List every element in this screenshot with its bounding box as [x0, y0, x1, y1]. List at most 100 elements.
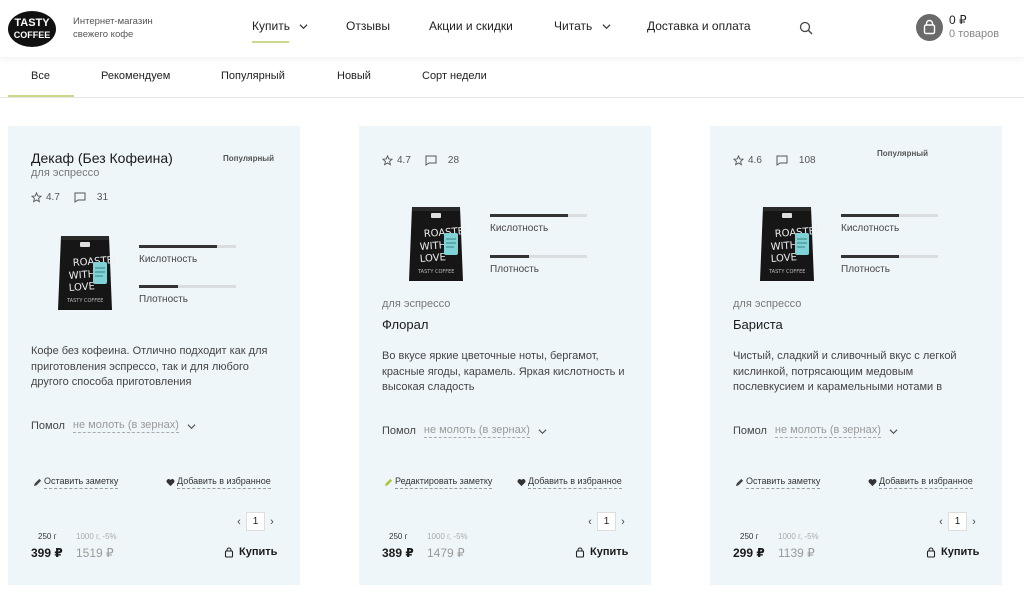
chevron-down-icon [602, 24, 611, 30]
weight-option-small[interactable]: 250 г [740, 532, 759, 541]
tab-all[interactable]: Все [31, 70, 50, 82]
nav-item-label: Купить [252, 19, 290, 33]
grind-label: Помол [31, 420, 65, 432]
qty-decrease-button[interactable]: ‹ [232, 516, 246, 528]
product-card[interactable]: Популярный 4.6 108 ROASTED WITH LOVE TASTY … [710, 126, 1002, 585]
weight-option-large[interactable]: 1000 г, -5% [427, 532, 468, 541]
quantity-stepper: ‹ 1 › [232, 512, 279, 531]
grind-select[interactable]: Помол не молоть (в зернах) [382, 424, 547, 438]
nav-item-promotions[interactable]: Акции и скидки [429, 19, 513, 33]
lock-bag-icon [926, 546, 936, 558]
qty-increase-button[interactable]: › [967, 516, 981, 528]
svg-text:WITH: WITH [419, 240, 446, 253]
density-label: Плотность [490, 264, 539, 275]
tasty-coffee-logo[interactable]: TASTY COFFEE [7, 10, 57, 48]
reviews-count: 28 [447, 155, 460, 166]
qty-decrease-button[interactable]: ‹ [583, 516, 597, 528]
product-image[interactable]: ROASTED WITH LOVE TASTY COFFEE [406, 201, 472, 285]
cart-item-count: 0 товаров [949, 28, 1000, 40]
qty-input[interactable]: 1 [246, 512, 265, 531]
acidity-meter: Кислотность [841, 214, 941, 234]
favorites-label: Добавить в избранное [528, 476, 622, 489]
density-label: Плотность [841, 264, 890, 275]
add-note-link[interactable]: Оставить заметку [735, 476, 821, 489]
product-title[interactable]: Декаф (Без Кофеина) [31, 150, 173, 166]
reviews-link[interactable]: 108 [776, 155, 816, 166]
pencil-icon [33, 478, 42, 487]
nav-item-buy[interactable]: Купить [252, 19, 308, 43]
product-image[interactable]: ROASTED WITH LOVE TASTY COFFEE [55, 230, 121, 314]
add-to-favorites-link[interactable]: Добавить в избранное [166, 476, 271, 489]
add-to-favorites-link[interactable]: Добавить в избранное [868, 476, 973, 489]
cart-amount: 0 ₽ [949, 13, 967, 27]
nav-item-reviews[interactable]: Отзывы [346, 19, 390, 33]
qty-increase-button[interactable]: › [616, 516, 630, 528]
rating-row: 4.6 108 [733, 155, 816, 166]
svg-text:LOVE: LOVE [770, 252, 797, 265]
cart-button[interactable] [916, 14, 943, 41]
weight-option-small[interactable]: 250 г [38, 532, 57, 541]
quantity-stepper: ‹ 1 › [934, 512, 981, 531]
reviews-link[interactable]: 31 [74, 192, 108, 203]
grind-select[interactable]: Помол не молоть (в зернах) [31, 419, 196, 433]
search-icon[interactable] [799, 21, 813, 35]
qty-input[interactable]: 1 [597, 512, 616, 531]
qty-increase-button[interactable]: › [265, 516, 279, 528]
edit-note-link[interactable]: Редактировать заметку [384, 476, 493, 489]
price: 389 ₽ [382, 546, 414, 560]
price-large: 1519 ₽ [76, 546, 114, 560]
tab-active-indicator [8, 95, 74, 97]
coffee-bag-illustration: ROASTEDWITHLOVETASTY COFFEE [760, 207, 823, 281]
tab-new[interactable]: Новый [337, 70, 371, 82]
tab-popular[interactable]: Популярный [221, 70, 285, 82]
buy-button[interactable]: Купить [575, 546, 628, 558]
grind-value: не молоть (в зернах) [423, 424, 530, 438]
product-card[interactable]: 4.7 28 ROASTED WITH LOVE TASTY COFFEE Кисло… [359, 126, 651, 585]
add-to-favorites-link[interactable]: Добавить в избранное [517, 476, 622, 489]
chevron-down-icon [889, 428, 898, 434]
acidity-label: Кислотность [490, 223, 549, 234]
product-image[interactable]: ROASTED WITH LOVE TASTY COFFEE [757, 201, 823, 285]
tab-sort-of-week[interactable]: Сорт недели [422, 70, 487, 82]
heart-icon [517, 479, 526, 487]
buy-label: Купить [239, 546, 278, 558]
grind-label: Помол [733, 425, 767, 437]
tab-recommended[interactable]: Рекомендуем [101, 70, 170, 82]
nav-item-label: Отзывы [346, 19, 390, 33]
buy-button[interactable]: Купить [224, 546, 277, 558]
note-label: Оставить заметку [746, 476, 821, 489]
add-note-link[interactable]: Оставить заметку [33, 476, 119, 489]
comment-icon [776, 155, 788, 166]
weight-option-small[interactable]: 250 г [389, 532, 408, 541]
star-icon [382, 155, 393, 166]
density-meter: Плотность [139, 285, 239, 305]
comment-icon [425, 155, 437, 166]
qty-decrease-button[interactable]: ‹ [934, 516, 948, 528]
nav-item-delivery[interactable]: Доставка и оплата [647, 19, 751, 33]
acidity-meter: Кислотность [139, 245, 239, 265]
product-title[interactable]: Флорал [382, 317, 428, 332]
reviews-link[interactable]: 28 [425, 155, 459, 166]
site-tagline: Интернет-магазин свежего кофе [73, 16, 153, 40]
price-large: 1479 ₽ [427, 546, 465, 560]
buy-button[interactable]: Купить [926, 546, 979, 558]
rating-row: 4.7 31 [31, 192, 108, 203]
density-label: Плотность [139, 294, 188, 305]
product-title[interactable]: Бариста [733, 317, 783, 332]
acidity-bar-fill [139, 245, 217, 248]
weight-option-large[interactable]: 1000 г, -5% [76, 532, 117, 541]
svg-text:LOVE: LOVE [419, 252, 446, 265]
acidity-bar-fill [490, 214, 568, 217]
price: 399 ₽ [31, 546, 63, 560]
product-card[interactable]: Декаф (Без Кофеина) для эспрессо Популяр… [8, 126, 300, 585]
price-large: 1139 ₽ [778, 546, 815, 560]
svg-text:LOVE: LOVE [68, 281, 95, 294]
weight-option-large[interactable]: 1000 г, -5% [778, 532, 819, 541]
rating-value: 4.6 [748, 155, 762, 166]
grind-select[interactable]: Помол не молоть (в зернах) [733, 424, 898, 438]
qty-input[interactable]: 1 [948, 512, 967, 531]
svg-text:TASTY COFFEE: TASTY COFFEE [66, 298, 103, 304]
rating-row: 4.7 28 [382, 155, 459, 166]
grind-value: не молоть (в зернах) [72, 419, 179, 433]
nav-item-read[interactable]: Читать [554, 19, 611, 33]
